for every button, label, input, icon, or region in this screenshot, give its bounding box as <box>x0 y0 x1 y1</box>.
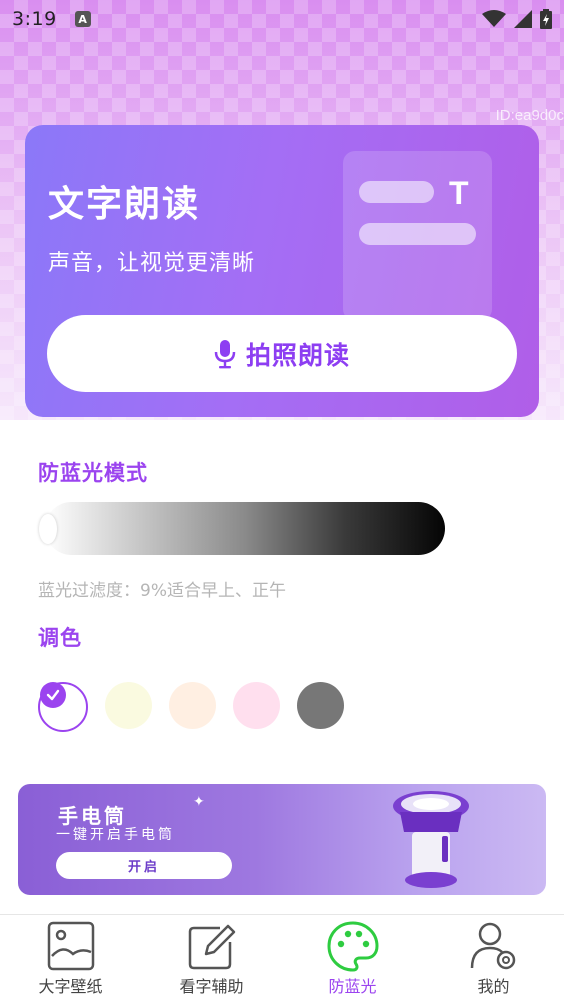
status-time: 3:19 <box>12 8 57 30</box>
color-adjust-title: 调色 <box>38 626 82 650</box>
color-swatch-pink[interactable] <box>233 682 280 729</box>
filter-level-text: 蓝光过滤度：9%适合早上、正午 <box>38 581 286 601</box>
text-reading-card: T 文字朗读 声音，让视觉更清晰 拍照朗读 <box>25 125 539 417</box>
wifi-icon <box>482 10 506 27</box>
tab-reading-assist-label: 看字辅助 <box>179 977 244 996</box>
tab-wallpaper-label: 大字壁纸 <box>38 977 103 996</box>
notification-icon: A <box>74 11 91 27</box>
hero-illustration-bar <box>359 223 476 245</box>
palette-icon <box>326 921 379 972</box>
color-swatch-gray[interactable] <box>297 682 344 729</box>
hero-illustration-letter: T <box>449 175 469 211</box>
blue-light-mode-title: 防蓝光模式 <box>38 461 148 485</box>
blue-light-filter-slider[interactable] <box>39 502 445 555</box>
check-icon <box>40 682 66 708</box>
bottom-tab-bar: 大字壁纸 看字辅助 防蓝光 我的 <box>0 914 564 1004</box>
hero-illustration: T <box>343 151 492 321</box>
flashlight-open-button[interactable]: 开启 <box>56 852 232 879</box>
sparkle-icon: ✦ <box>193 794 205 810</box>
battery-icon <box>540 9 552 29</box>
tab-blue-light[interactable]: 防蓝光 <box>282 915 423 1004</box>
status-indicators <box>482 9 552 29</box>
color-swatches <box>38 682 344 732</box>
status-bar: 3:19 A <box>0 0 564 38</box>
hero-illustration-bar <box>359 181 434 203</box>
photo-read-button-label: 拍照朗读 <box>245 340 350 370</box>
hero-subtitle: 声音，让视觉更清晰 <box>48 251 256 276</box>
tab-wallpaper[interactable]: 大字壁纸 <box>0 915 141 1004</box>
signal-icon <box>514 10 532 28</box>
image-icon <box>47 921 94 971</box>
slider-thumb[interactable] <box>39 514 57 544</box>
color-swatch-peach[interactable] <box>169 682 216 729</box>
color-swatch-cream[interactable] <box>105 682 152 729</box>
tab-reading-assist[interactable]: 看字辅助 <box>141 915 282 1004</box>
photo-read-button[interactable]: 拍照朗读 <box>47 315 517 392</box>
tab-blue-light-label: 防蓝光 <box>328 977 377 996</box>
color-swatch-white[interactable] <box>38 682 88 732</box>
hero-title: 文字朗读 <box>48 184 201 225</box>
watermark: ID:ea9d0c <box>495 107 564 124</box>
edit-icon <box>188 924 235 970</box>
banner-subtitle: 一键开启手电筒 <box>56 827 175 843</box>
tab-mine[interactable]: 我的 <box>423 915 564 1004</box>
tab-mine-label: 我的 <box>477 977 510 996</box>
flashlight-icon <box>393 791 469 888</box>
microphone-icon <box>214 339 236 368</box>
flashlight-banner[interactable]: 手电筒 ✦ 一键开启手电筒 开启 <box>18 784 546 895</box>
user-settings-icon <box>470 922 515 970</box>
